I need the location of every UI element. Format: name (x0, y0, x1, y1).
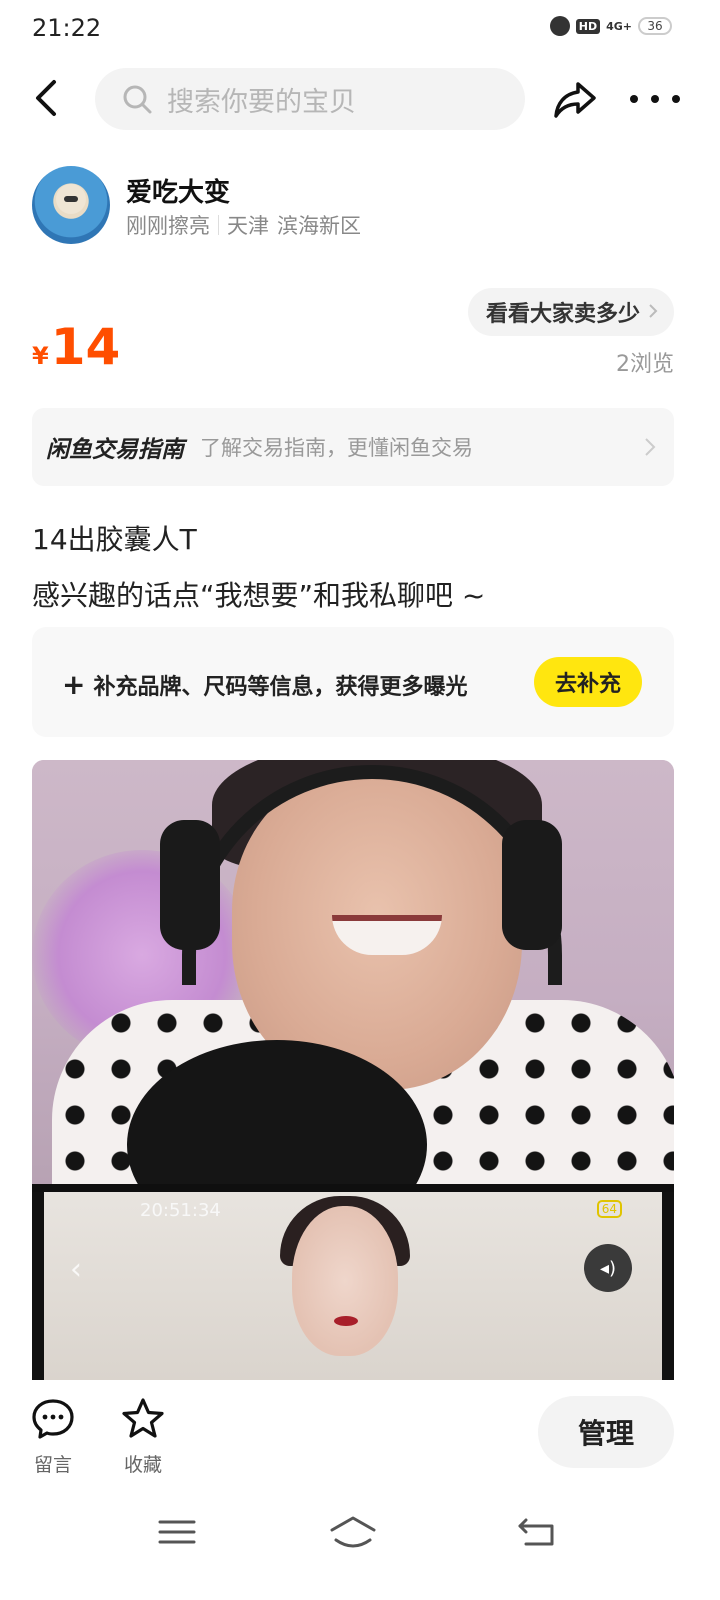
seller-meta: 刚刚擦亮 天津 滨海新区 (126, 210, 361, 240)
guide-description: 了解交易指南，更懂闲鱼交易 (200, 436, 473, 460)
chevron-right-icon (645, 438, 656, 456)
description-line-1: 14出胶囊人T (32, 523, 197, 556)
signal-icon: 4G+ (606, 19, 632, 33)
price-value: 14 (50, 318, 121, 376)
product-image[interactable]: 20:51:34 64 ‹ ◂) (32, 760, 674, 1380)
view-count: 2浏览 (616, 352, 674, 377)
image-phone-battery: 64 (596, 1200, 622, 1218)
image-ear-right (502, 820, 562, 950)
seller-district: 滨海新区 (277, 214, 361, 238)
seller-name: 爱吃大变 (126, 178, 231, 208)
comment-label: 留言 (33, 1454, 72, 1476)
image-ear-left (160, 820, 220, 950)
favorite-button[interactable]: 收藏 (113, 1396, 173, 1477)
search-input[interactable]: 搜索你要的宝贝 (95, 68, 525, 130)
manage-button[interactable]: 管理 (538, 1396, 674, 1468)
share-icon[interactable] (552, 78, 598, 122)
avatar[interactable] (32, 166, 110, 244)
image-phone-screen: 20:51:34 64 ‹ ◂) (44, 1192, 662, 1380)
seller-activity: 刚刚擦亮 (126, 214, 210, 238)
image-back-icon: ‹ (70, 1252, 82, 1287)
seller-info[interactable]: 爱吃大变 刚刚擦亮 天津 滨海新区 (32, 166, 688, 246)
description-line-2: 感兴趣的话点“我想要”和我私聊吧 ~ (32, 579, 486, 612)
item-description: 14出胶囊人T 感兴趣的话点“我想要”和我私聊吧 ~ (32, 512, 688, 624)
trade-guide-banner[interactable]: 闲鱼交易指南 了解交易指南，更懂闲鱼交易 (32, 408, 674, 486)
image-girl-lips (334, 1316, 358, 1326)
action-bar: 留言 收藏 管理 (0, 1380, 720, 1490)
search-placeholder: 搜索你要的宝贝 (167, 86, 356, 118)
favorite-label: 收藏 (123, 1454, 162, 1476)
image-speaker-icon: ◂) (584, 1244, 632, 1292)
image-bottom-part: 20:51:34 64 ‹ ◂) (32, 1192, 674, 1380)
system-nav-bar (0, 1490, 720, 1600)
status-bar: 21:22 HD 4G+ 36 (0, 0, 720, 56)
compare-prices-button[interactable]: 看看大家卖多少 (467, 288, 674, 336)
search-icon (123, 85, 152, 114)
supplement-text: + 补充品牌、尺码等信息，获得更多曝光 (62, 669, 467, 701)
guide-title: 闲鱼交易指南 (46, 437, 184, 463)
status-time: 21:22 (32, 14, 102, 42)
battery-level: 36 (638, 17, 672, 35)
image-girl-face (292, 1206, 398, 1356)
chevron-right-icon (649, 304, 658, 318)
image-top-part (32, 760, 674, 1250)
home-icon[interactable] (328, 1512, 378, 1552)
battery-icon: 36 (638, 17, 672, 35)
price: ¥ 14 (32, 318, 120, 376)
seller-city: 天津 (227, 214, 269, 238)
supplement-button[interactable]: 去补充 (534, 657, 642, 707)
alarm-icon (549, 16, 570, 36)
supplement-info-card: + 补充品牌、尺码等信息，获得更多曝光 去补充 (32, 627, 674, 737)
top-nav: 搜索你要的宝贝 (0, 66, 720, 132)
image-phone-time: 20:51:34 (140, 1200, 221, 1221)
back-nav-icon[interactable] (512, 1512, 562, 1552)
compare-prices-label: 看看大家卖多少 (485, 302, 640, 327)
meta-divider (218, 215, 219, 235)
back-icon[interactable] (28, 78, 68, 118)
plus-icon: + (62, 668, 86, 701)
menu-icon[interactable] (152, 1512, 202, 1552)
supplement-label: 补充品牌、尺码等信息，获得更多曝光 (93, 675, 468, 700)
price-currency: ¥ (32, 342, 49, 370)
star-icon (122, 1398, 164, 1438)
image-phone-status: 64 (591, 1200, 622, 1218)
status-icons: HD 4G+ 36 (549, 16, 672, 36)
comment-button[interactable]: 留言 (23, 1396, 83, 1477)
more-icon[interactable] (630, 86, 680, 112)
image-divider (32, 1184, 674, 1192)
hd-icon: HD (575, 18, 601, 34)
comment-icon (32, 1399, 74, 1439)
